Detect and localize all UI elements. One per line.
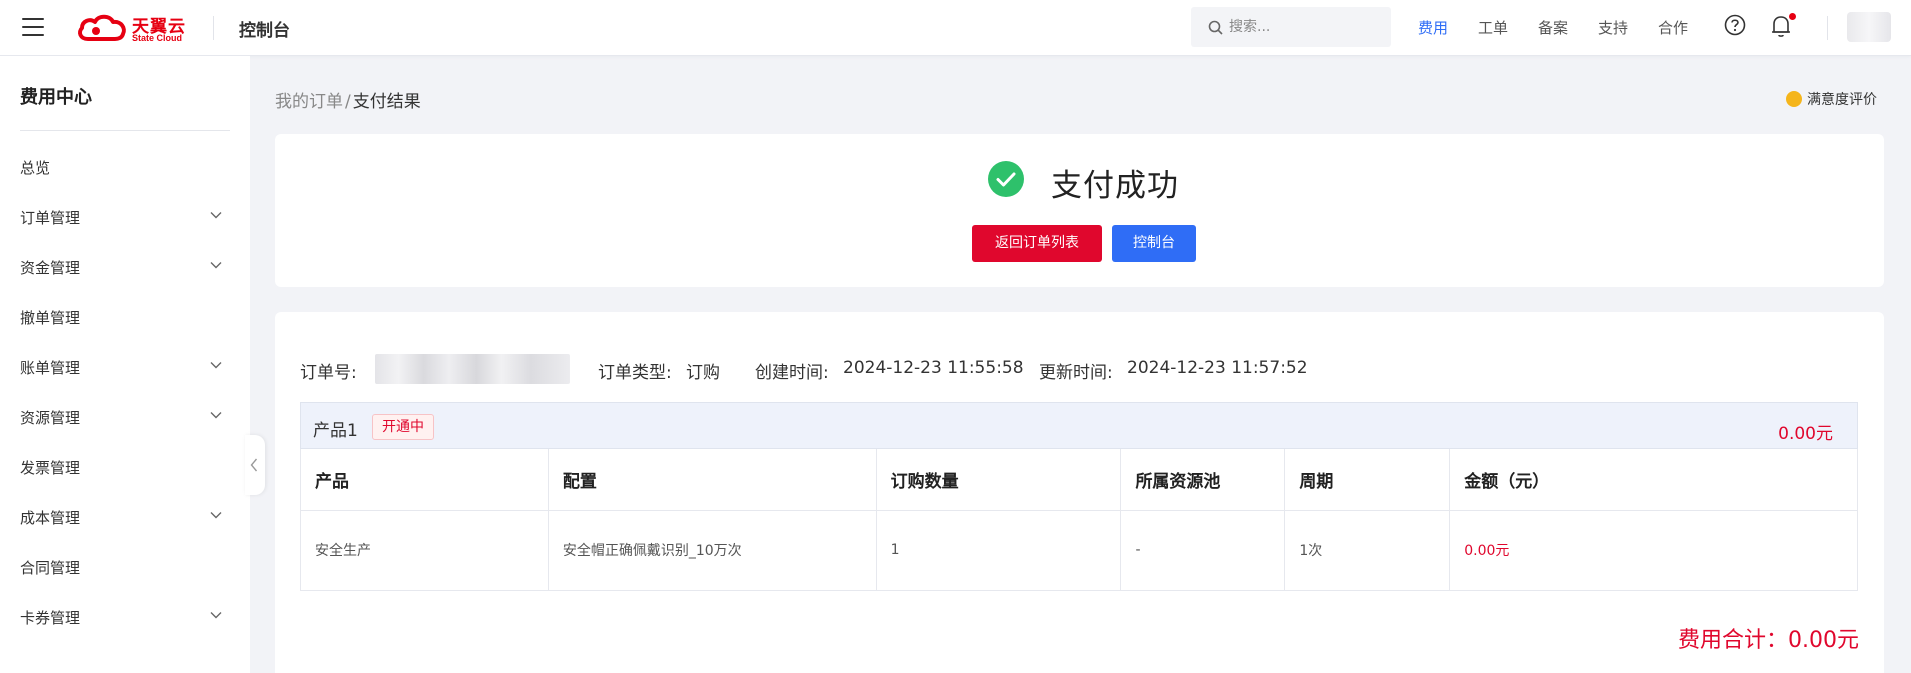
feedback-label: 满意度评价: [1807, 92, 1877, 108]
sidebar-item-funds[interactable]: 资金管理: [0, 247, 250, 287]
nav-cooperation[interactable]: 合作: [1658, 17, 1688, 38]
nav-fees[interactable]: 费用: [1418, 17, 1448, 38]
order-no-label: 订单号:: [300, 363, 357, 383]
cell-period: 1次: [1284, 509, 1451, 591]
back-to-orders-button[interactable]: 返回订单列表: [972, 225, 1102, 262]
sidebar-item-label: 资源管理: [20, 409, 81, 427]
chevron-down-icon: [210, 262, 222, 269]
column-header: 金额（元）: [1449, 449, 1858, 511]
sidebar-item-costs[interactable]: 成本管理: [0, 497, 250, 537]
breadcrumb-current: 支付结果: [352, 92, 421, 112]
divider: [1827, 16, 1828, 40]
divider: [213, 16, 214, 40]
avatar[interactable]: [1847, 12, 1891, 42]
payment-status-title: 支付成功: [1051, 168, 1179, 204]
nav-tickets[interactable]: 工单: [1478, 17, 1508, 38]
updated-time-label: 更新时间:: [1039, 363, 1113, 383]
column-header: 订购数量: [875, 449, 1122, 511]
column-header: 配置: [547, 449, 877, 511]
order-type-label: 订单类型:: [598, 363, 672, 383]
help-icon[interactable]: [1724, 14, 1746, 36]
product-amount: 0.00元: [1778, 424, 1833, 444]
product-name: 产品1: [313, 421, 358, 441]
logo[interactable]: 天翼云 State Cloud: [76, 12, 191, 44]
sidebar-item-invoices[interactable]: 发票管理: [0, 447, 250, 487]
product-header: 产品1 开通中 0.00元: [300, 402, 1858, 449]
sidebar-item-resources[interactable]: 资源管理: [0, 397, 250, 437]
chevron-down-icon: [210, 212, 222, 219]
breadcrumb-my-orders[interactable]: 我的订单: [275, 92, 343, 112]
chevron-down-icon: [210, 612, 222, 619]
sidebar-item-label: 账单管理: [20, 359, 81, 377]
sidebar-item-bills[interactable]: 账单管理: [0, 347, 250, 387]
cell-resource-pool: -: [1120, 509, 1286, 591]
feedback-link[interactable]: 满意度评价: [1786, 89, 1877, 109]
chevron-left-icon: [250, 458, 258, 472]
sidebar-item-label: 资金管理: [20, 259, 81, 277]
order-no-value-redacted: [375, 354, 570, 384]
order-total: 费用合计：0.00元: [1678, 628, 1859, 653]
sidebar: 费用中心 总览 订单管理 资金管理 撤单管理 账单管理 资源管理 发票管理 成本…: [0, 56, 250, 673]
smiley-icon: [1786, 91, 1802, 107]
cloud-logo-icon: [78, 14, 126, 41]
sidebar-item-label: 发票管理: [20, 459, 81, 477]
table-header-row: 产品 配置 订购数量 所属资源池 周期 金额（元）: [300, 449, 1858, 511]
sidebar-item-coupons[interactable]: 卡券管理: [0, 597, 250, 637]
sidebar-item-label: 撤单管理: [20, 309, 81, 327]
nav-filing[interactable]: 备案: [1538, 17, 1568, 38]
sidebar-item-cancellations[interactable]: 撤单管理: [0, 297, 250, 337]
updated-time-value: 2024-12-23 11:57:52: [1127, 358, 1308, 378]
menu-icon[interactable]: [22, 18, 44, 36]
table-row: 安全生产 安全帽正确佩戴识别_10万次 1 - 1次 0.00元: [300, 509, 1858, 591]
chevron-down-icon: [210, 362, 222, 369]
search-box[interactable]: [1191, 7, 1391, 47]
column-header: 周期: [1284, 449, 1451, 511]
sidebar-item-overview[interactable]: 总览: [0, 147, 250, 187]
chevron-down-icon: [210, 412, 222, 419]
cell-quantity: 1: [875, 509, 1122, 591]
search-icon: [1208, 20, 1223, 35]
sidebar-item-label: 卡券管理: [20, 609, 81, 627]
payment-result-card: 支付成功 返回订单列表 控制台: [275, 134, 1884, 287]
chevron-down-icon: [210, 512, 222, 519]
sidebar-item-label: 订单管理: [20, 209, 81, 227]
top-bar: 天翼云 State Cloud 控制台 费用 工单 备案 支持 合作: [0, 0, 1911, 56]
cell-product: 安全生产: [300, 509, 549, 591]
order-type-value: 订购: [686, 363, 720, 383]
search-input[interactable]: [1229, 17, 1379, 37]
created-time-value: 2024-12-23 11:55:58: [843, 358, 1024, 378]
nav-support[interactable]: 支持: [1598, 17, 1628, 38]
cell-amount: 0.00元: [1449, 509, 1858, 591]
breadcrumb: 我的订单 / 支付结果: [275, 87, 421, 112]
status-badge: 开通中: [372, 414, 434, 440]
column-header: 产品: [300, 449, 549, 511]
sidebar-item-label: 成本管理: [20, 509, 81, 527]
sidebar-item-label: 总览: [20, 159, 51, 177]
console-button[interactable]: 控制台: [1112, 225, 1196, 262]
sidebar-item-contracts[interactable]: 合同管理: [0, 547, 250, 587]
sidebar-item-orders[interactable]: 订单管理: [0, 197, 250, 237]
cell-config: 安全帽正确佩戴识别_10万次: [547, 509, 877, 591]
console-title[interactable]: 控制台: [239, 16, 290, 41]
sidebar-item-label: 合同管理: [20, 559, 81, 577]
sidebar-title: 费用中心: [20, 87, 92, 108]
logo-subtext: State Cloud: [132, 33, 183, 43]
order-items-table: 产品 配置 订购数量 所属资源池 周期 金额（元） 安全生产 安全帽正确佩戴识别…: [300, 449, 1858, 591]
created-time-label: 创建时间:: [755, 363, 829, 383]
divider: [20, 130, 230, 131]
breadcrumb-separator: /: [345, 92, 351, 112]
check-circle-icon: [988, 161, 1024, 197]
column-header: 所属资源池: [1120, 449, 1286, 511]
sidebar-collapse-button[interactable]: [245, 435, 265, 495]
notification-badge: [1789, 13, 1796, 20]
order-detail-card: 订单号: 订单类型: 订购 创建时间: 2024-12-23 11:55:58 …: [275, 312, 1884, 673]
